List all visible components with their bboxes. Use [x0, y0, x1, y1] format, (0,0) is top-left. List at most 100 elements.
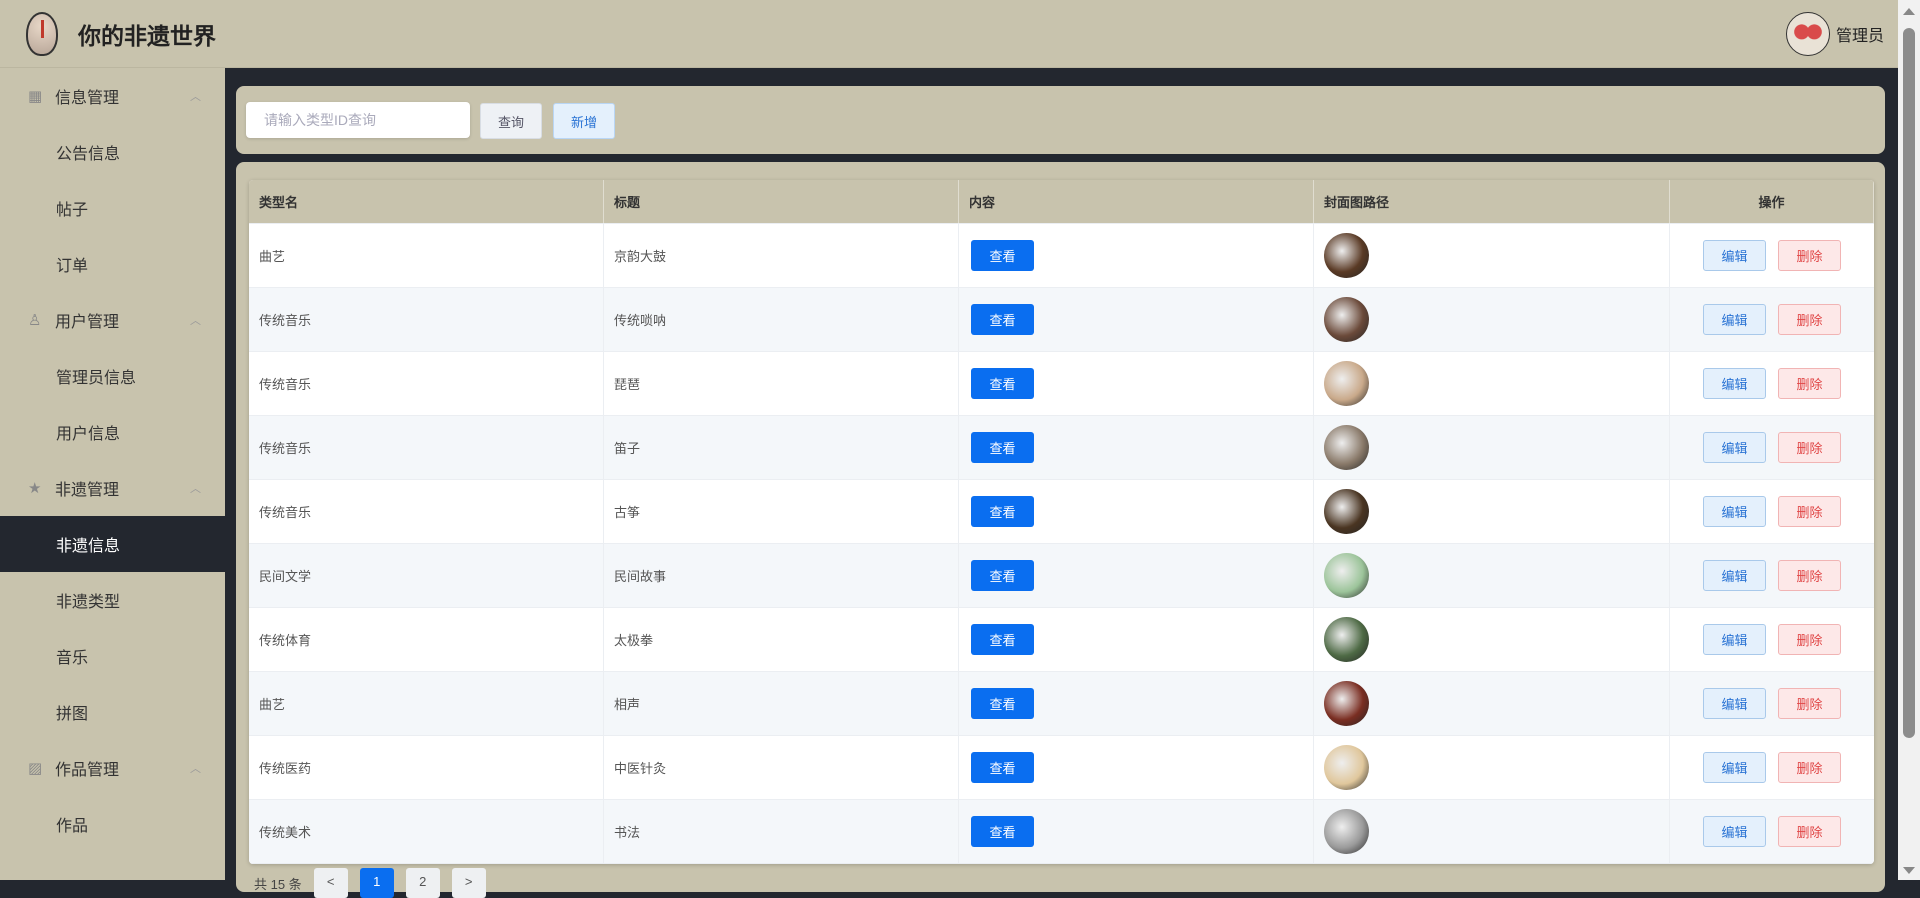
cover-image[interactable]: [1324, 553, 1369, 598]
delete-button[interactable]: 删除: [1778, 496, 1841, 527]
edit-button[interactable]: 编辑: [1703, 368, 1766, 399]
type-cell: 传统音乐: [249, 288, 604, 351]
sidebar-item[interactable]: 音乐: [0, 628, 225, 684]
sidebar-item[interactable]: 帖子: [0, 180, 225, 236]
sidebar-item[interactable]: 拼图: [0, 684, 225, 740]
view-button[interactable]: 查看: [971, 496, 1034, 527]
sidebar-group[interactable]: ♙ 用户管理 ︿: [0, 292, 225, 348]
delete-button[interactable]: 删除: [1778, 752, 1841, 783]
view-button[interactable]: 查看: [971, 688, 1034, 719]
cover-image[interactable]: [1324, 617, 1369, 662]
cover-image[interactable]: [1324, 297, 1369, 342]
type-cell: 传统音乐: [249, 352, 604, 415]
cover-image[interactable]: [1324, 233, 1369, 278]
edit-button[interactable]: 编辑: [1703, 752, 1766, 783]
edit-button[interactable]: 编辑: [1703, 496, 1766, 527]
cover-cell: [1314, 416, 1670, 479]
content-cell: 查看: [959, 672, 1314, 735]
sidebar-item-label: 公告信息: [56, 146, 121, 163]
sidebar-item[interactable]: 订单: [0, 236, 225, 292]
sidebar-item-label: 用户信息: [56, 426, 121, 443]
cover-cell: [1314, 800, 1670, 863]
sidebar-group-label: 非遗管理: [55, 482, 120, 499]
title-cell: 民间故事: [604, 544, 959, 607]
avatar[interactable]: [1785, 12, 1830, 56]
cover-image[interactable]: [1324, 745, 1369, 790]
edit-button[interactable]: 编辑: [1703, 560, 1766, 591]
grid-icon: ▦: [28, 87, 43, 105]
content-cell: 查看: [959, 352, 1314, 415]
delete-button[interactable]: 删除: [1778, 816, 1841, 847]
search-input[interactable]: [246, 102, 470, 138]
sidebar-item[interactable]: 非遗类型: [0, 572, 225, 628]
delete-button[interactable]: 删除: [1778, 688, 1841, 719]
actions-cell: 编辑 删除: [1670, 800, 1874, 863]
title-cell: 传统唢呐: [604, 288, 959, 351]
content-cell: 查看: [959, 288, 1314, 351]
view-button[interactable]: 查看: [971, 240, 1034, 271]
sidebar-item[interactable]: 作品: [0, 796, 225, 852]
column-header: 标题: [604, 180, 959, 223]
type-cell: 传统音乐: [249, 480, 604, 543]
cover-image[interactable]: [1324, 809, 1369, 854]
scrollbar[interactable]: [1898, 0, 1920, 880]
cover-cell: [1314, 224, 1670, 287]
view-button[interactable]: 查看: [971, 304, 1034, 335]
delete-button[interactable]: 删除: [1778, 368, 1841, 399]
scroll-up-icon[interactable]: [1903, 8, 1915, 15]
sidebar-item[interactable]: 用户信息: [0, 404, 225, 460]
actions-cell: 编辑 删除: [1670, 288, 1874, 351]
scrollbar-thumb[interactable]: [1903, 28, 1915, 738]
cover-image[interactable]: [1324, 489, 1369, 534]
next-page-button[interactable]: >: [451, 868, 486, 898]
sidebar-group[interactable]: ▦ 信息管理 ︿: [0, 68, 225, 124]
view-button[interactable]: 查看: [971, 752, 1034, 783]
title-cell: 相声: [604, 672, 959, 735]
delete-button[interactable]: 删除: [1778, 560, 1841, 591]
edit-button[interactable]: 编辑: [1703, 432, 1766, 463]
chevron-up-icon: ︿: [190, 315, 201, 327]
content-cell: 查看: [959, 544, 1314, 607]
add-button[interactable]: 新增: [553, 103, 615, 139]
pagination: 共 15 条 < 1 2 >: [254, 868, 486, 898]
edit-button[interactable]: 编辑: [1703, 816, 1766, 847]
edit-button[interactable]: 编辑: [1703, 624, 1766, 655]
delete-button[interactable]: 删除: [1778, 432, 1841, 463]
content-cell: 查看: [959, 608, 1314, 671]
edit-button[interactable]: 编辑: [1703, 304, 1766, 335]
page-1-button[interactable]: 1: [359, 868, 394, 898]
table-row: 传统音乐 传统唢呐 查看 编辑 删除: [249, 288, 1874, 352]
cover-image[interactable]: [1324, 681, 1369, 726]
sidebar-item-label: 帖子: [56, 202, 89, 219]
sidebar-group[interactable]: ★ 非遗管理 ︿: [0, 460, 225, 516]
user-menu[interactable]: 管理员: [1785, 12, 1884, 56]
sidebar-item[interactable]: 管理员信息: [0, 348, 225, 404]
prev-page-button[interactable]: <: [313, 868, 348, 898]
cover-cell: [1314, 352, 1670, 415]
actions-cell: 编辑 删除: [1670, 224, 1874, 287]
sidebar-group[interactable]: ▨ 作品管理 ︿: [0, 740, 225, 796]
scroll-down-icon[interactable]: [1903, 867, 1915, 874]
sidebar-item[interactable]: 非遗信息: [0, 516, 225, 572]
cover-image[interactable]: [1324, 361, 1369, 406]
view-button[interactable]: 查看: [971, 560, 1034, 591]
delete-button[interactable]: 删除: [1778, 624, 1841, 655]
view-button[interactable]: 查看: [971, 624, 1034, 655]
table-row: 传统体育 太极拳 查看 编辑 删除: [249, 608, 1874, 672]
delete-button[interactable]: 删除: [1778, 240, 1841, 271]
cover-image[interactable]: [1324, 425, 1369, 470]
query-button[interactable]: 查询: [480, 103, 542, 139]
delete-button[interactable]: 删除: [1778, 304, 1841, 335]
type-cell: 曲艺: [249, 672, 604, 735]
view-button[interactable]: 查看: [971, 816, 1034, 847]
data-table: 类型名 标题 内容 封面图路径 操作 曲艺 京韵大鼓 查看 编辑 删除 传统音乐 传…: [249, 180, 1874, 864]
sidebar-group-label: 作品管理: [55, 762, 120, 779]
edit-button[interactable]: 编辑: [1703, 688, 1766, 719]
page-2-button[interactable]: 2: [405, 868, 440, 898]
edit-button[interactable]: 编辑: [1703, 240, 1766, 271]
cover-cell: [1314, 736, 1670, 799]
view-button[interactable]: 查看: [971, 432, 1034, 463]
view-button[interactable]: 查看: [971, 368, 1034, 399]
sidebar-item[interactable]: 公告信息: [0, 124, 225, 180]
cover-cell: [1314, 608, 1670, 671]
